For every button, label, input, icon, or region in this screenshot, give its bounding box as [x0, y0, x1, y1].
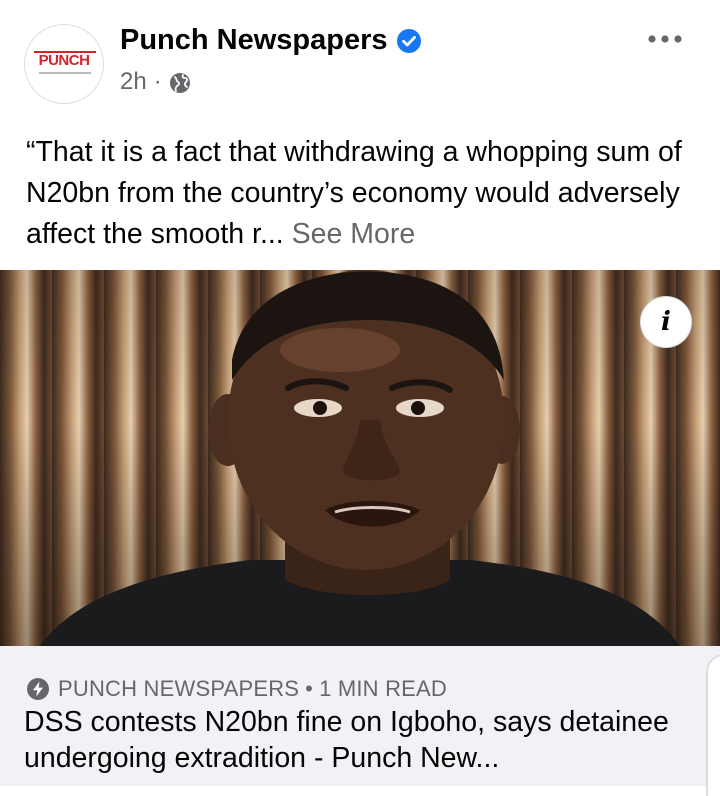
post-meta: 2h · — [120, 66, 191, 98]
punch-logo: PUNCH — [38, 52, 90, 69]
link-source-row: PUNCH NEWSPAPERS • 1 MIN READ — [26, 676, 447, 702]
post-photo[interactable] — [0, 270, 720, 646]
post-caption: “That it is a fact that withdrawing a wh… — [26, 132, 706, 255]
link-title[interactable]: DSS contests N20bn fine on Igboho, says … — [24, 704, 704, 776]
page-name-row: Punch Newspapers — [120, 22, 422, 58]
post-time-link[interactable]: 2h — [120, 66, 147, 98]
post-header: PUNCH Punch Newspapers 2h · — [0, 0, 720, 118]
portrait-illustration — [40, 270, 680, 646]
more-options-icon[interactable] — [640, 24, 690, 54]
link-source-name: PUNCH NEWSPAPERS — [58, 676, 300, 701]
link-read-time: 1 MIN READ — [319, 676, 447, 701]
link-separator: • — [305, 676, 314, 701]
info-icon[interactable]: i — [640, 296, 692, 348]
meta-separator: · — [153, 68, 162, 95]
logo-tagline — [39, 72, 91, 74]
bolt-icon — [26, 677, 50, 701]
page-avatar[interactable]: PUNCH — [24, 24, 104, 104]
next-card-edge — [706, 654, 720, 796]
page-name-link[interactable]: Punch Newspapers — [120, 22, 388, 58]
see-more-link[interactable]: See More — [292, 218, 416, 250]
globe-icon[interactable] — [169, 71, 191, 93]
verified-badge-icon — [396, 27, 422, 53]
